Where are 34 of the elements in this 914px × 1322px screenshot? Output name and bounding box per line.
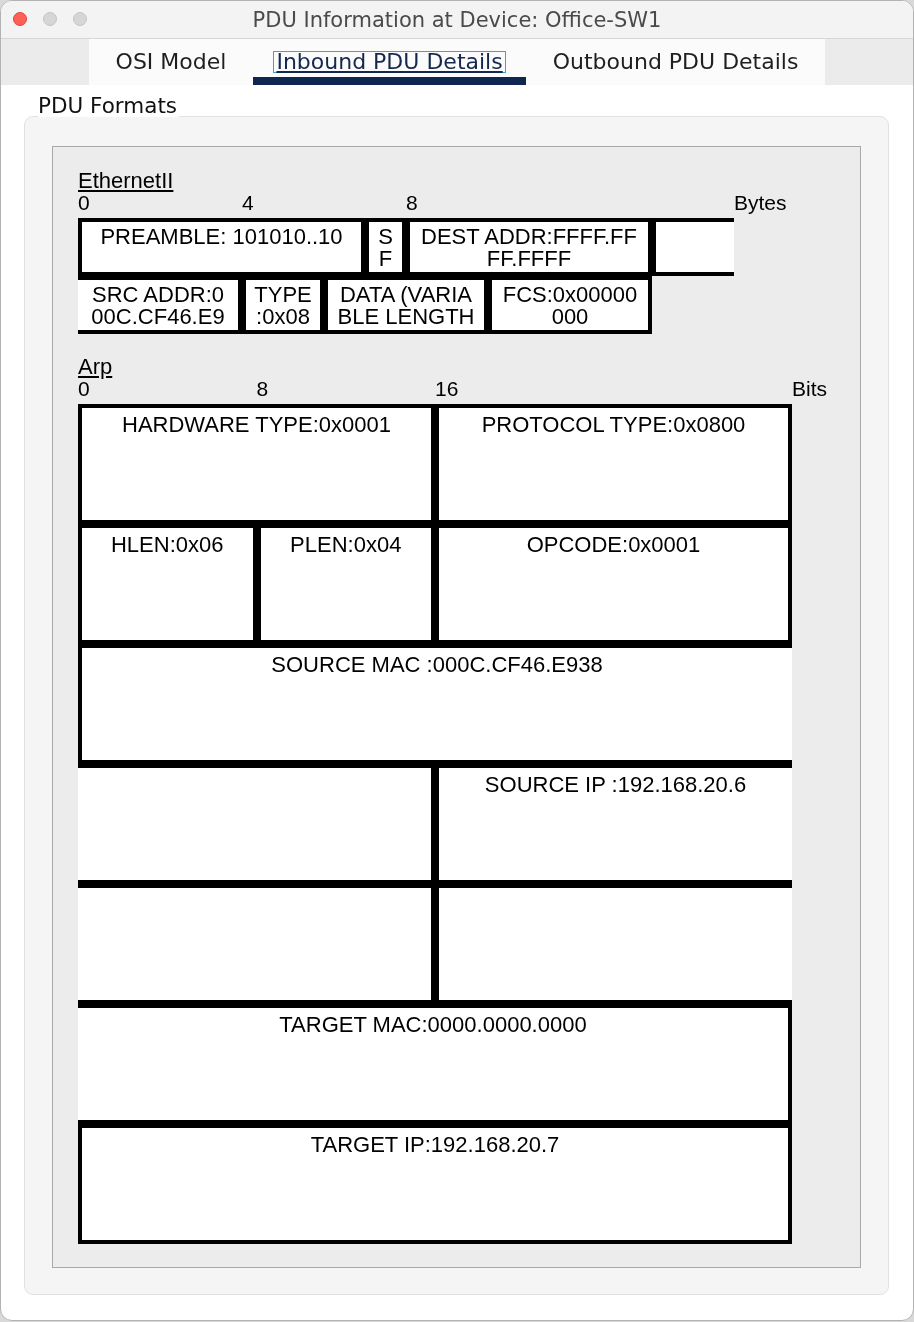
pdu-field: DEST ADDR:FFFF.FF FF.FFFF [406, 218, 652, 276]
pdu-field: TYPE :0x08 [242, 276, 324, 334]
pdu-field: OPCODE:0x0001 [435, 524, 792, 644]
offset-label: 0 [78, 192, 90, 214]
tab[interactable]: Inbound PDU Details [253, 39, 526, 85]
pdu-field: PLEN:0x04 [256, 524, 435, 644]
pdu-field: TARGET MAC:0000.0000.0000 [78, 1004, 792, 1124]
unit-label: Bytes [734, 192, 787, 214]
group-title: PDU Formats [38, 95, 180, 117]
close-button[interactable] [13, 12, 27, 26]
minimize-button[interactable] [43, 12, 57, 26]
offset-label: 8 [256, 378, 269, 400]
offset-label: 4 [242, 192, 254, 214]
pdu-field: SOURCE IP :192.168.20.6 [435, 764, 792, 884]
unit-label: Bits [792, 378, 827, 400]
pdu-field: PROTOCOL TYPE:0x0800 [435, 404, 792, 524]
zoom-button[interactable] [73, 12, 87, 26]
pdu-field: FCS:0x00000 000 [488, 276, 652, 334]
pdu-field: SRC ADDR:0 00C.CF46.E9 [78, 276, 242, 334]
offset-label: 0 [78, 378, 90, 400]
window-title: PDU Information at Device: Office-SW1 [252, 7, 662, 32]
pdu-field: S F [365, 218, 406, 276]
tab[interactable]: Outbound PDU Details [525, 39, 826, 85]
pdu-field: HARDWARE TYPE:0x0001 [78, 404, 435, 524]
pdu-field: HLEN:0x06 [78, 524, 257, 644]
offset-label: 16 [435, 378, 459, 400]
protocol-title: EthernetII [78, 170, 174, 192]
offset-label: 8 [406, 192, 418, 214]
pdu-field: SOURCE MAC :000C.CF46.E938 [78, 644, 792, 764]
protocol-title: Arp [78, 356, 113, 378]
pdu-field: TARGET IP:192.168.20.7 [78, 1124, 792, 1244]
pdu-field: DATA (VARIA BLE LENGTH [324, 276, 488, 334]
pdu-field: PREAMBLE: 101010..10 [78, 218, 365, 276]
tab[interactable]: OSI Model [88, 39, 254, 85]
